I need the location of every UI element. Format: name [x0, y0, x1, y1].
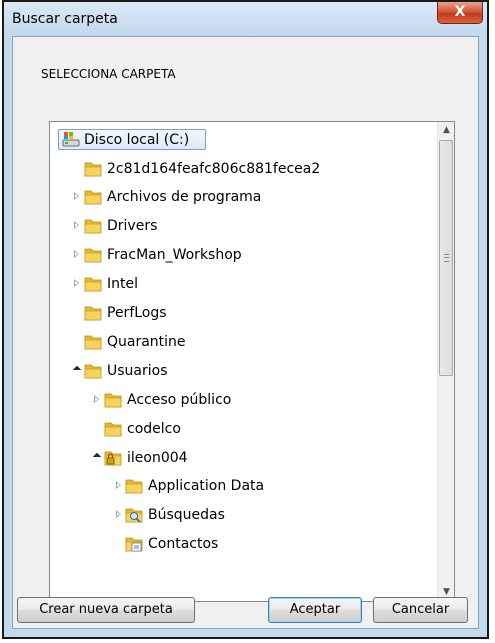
collapsed-arrow-icon[interactable]: [94, 394, 99, 403]
folder-icon: [84, 335, 102, 350]
tree-root-label: Disco local (C:): [84, 132, 190, 148]
tree-item-label: Contactos: [148, 536, 219, 553]
tree-item[interactable]: Usuarios: [50, 359, 430, 383]
expanded-arrow-icon[interactable]: [92, 452, 102, 461]
tree-item[interactable]: Contactos: [50, 532, 430, 556]
window-title: Buscar carpeta: [12, 11, 118, 27]
folder-icon: [104, 422, 122, 436]
tree-item-label: Búsquedas: [148, 507, 225, 524]
folder-icon: [84, 190, 102, 205]
tree-item-label: Application Data: [148, 478, 265, 495]
tree-item[interactable]: FracMan_Workshop: [50, 243, 430, 267]
collapsed-arrow-icon[interactable]: [74, 192, 79, 201]
collapsed-arrow-icon[interactable]: [74, 250, 79, 259]
tree-item[interactable]: Quarantine: [50, 330, 430, 354]
tree-item[interactable]: Drivers: [50, 214, 430, 238]
tree-item[interactable]: 2c81d164feafc806c881fecea2: [50, 157, 430, 181]
tree-item-label: Quarantine: [107, 333, 186, 350]
tree-item[interactable]: PerfLogs: [50, 301, 430, 325]
new-folder-button[interactable]: Crear nueva carpeta: [17, 597, 195, 623]
tree-item-label: Usuarios: [107, 362, 168, 379]
folder-icon: [84, 219, 102, 234]
title-bar[interactable]: Buscar carpeta X: [4, 2, 487, 36]
folder-icon: [84, 248, 102, 263]
tree-item[interactable]: Acceso público: [50, 388, 430, 412]
scrollbar-grip-icon: [444, 254, 449, 262]
accept-button[interactable]: Aceptar: [268, 597, 362, 623]
collapsed-arrow-icon[interactable]: [74, 279, 79, 288]
cancel-button[interactable]: Cancelar: [373, 597, 468, 623]
tree-root-item[interactable]: Disco local (C:): [50, 128, 430, 152]
tree-item-label: codelco: [127, 420, 181, 437]
tree-item-label: Acceso público: [127, 391, 232, 408]
scrollbar-thumb[interactable]: [439, 140, 453, 376]
tree-item[interactable]: Intel: [50, 272, 430, 296]
tree-item[interactable]: Application Data: [50, 474, 430, 498]
search-folder-icon: [125, 508, 143, 523]
close-button[interactable]: X: [437, 2, 483, 24]
scroll-up-arrow-icon[interactable]: ▲: [438, 122, 454, 139]
dialog-prompt: SELECCIONA CARPETA: [41, 67, 176, 81]
tree-item-label: PerfLogs: [107, 305, 167, 321]
collapsed-arrow-icon[interactable]: [74, 221, 79, 230]
tree-item-label: Archivos de programa: [107, 189, 262, 206]
collapsed-arrow-icon[interactable]: [116, 510, 121, 519]
tree-item[interactable]: codelco: [50, 417, 430, 441]
drive-icon: [62, 132, 80, 147]
contacts-folder-icon: [125, 537, 143, 552]
folder-icon: [84, 364, 102, 379]
browse-folder-dialog: Buscar carpeta X SELECCIONA CARPETA Disc…: [2, 0, 489, 639]
expanded-arrow-icon[interactable]: [72, 365, 82, 375]
tree-item-label: FracMan_Workshop: [107, 247, 242, 264]
tree-item-label: ileon004: [127, 449, 188, 466]
tree-item-label: 2c81d164feafc806c881fecea2: [107, 160, 321, 177]
tree-item[interactable]: Archivos de programa: [50, 185, 430, 209]
dialog-body: SELECCIONA CARPETA Disco local (C:) 2c81…: [12, 36, 479, 629]
vertical-scrollbar[interactable]: ▲ ▼: [437, 122, 454, 601]
tree-item-label: Drivers: [107, 218, 158, 235]
folder-tree[interactable]: Disco local (C:) 2c81d164feafc806c881fec…: [49, 121, 455, 602]
folder-icon: [84, 306, 102, 321]
tree-item-label: Intel: [107, 276, 138, 293]
tree-item[interactable]: Búsquedas: [50, 503, 430, 527]
folder-icon: [104, 393, 122, 408]
tree-item[interactable]: ileon004: [50, 446, 430, 470]
folder-icon: [84, 277, 102, 292]
folder-icon: [84, 162, 102, 176]
collapsed-arrow-icon[interactable]: [116, 481, 121, 490]
locked-user-folder-icon: [104, 451, 122, 465]
folder-icon: [125, 479, 143, 494]
